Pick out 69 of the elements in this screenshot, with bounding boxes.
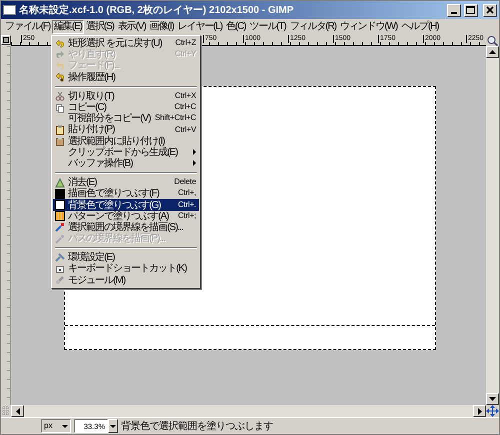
plug-icon (55, 275, 66, 286)
undo-icon (55, 38, 66, 49)
scroll-right-button[interactable] (473, 405, 486, 417)
menu-option[interactable]: パターンで塗りつぶす(A) Ctrl+; (53, 210, 200, 222)
scroll-down-button[interactable] (486, 393, 499, 405)
menu-item[interactable]: 画像(I) (148, 20, 176, 34)
menu-option[interactable]: 操作履歴(H) (53, 72, 200, 83)
preferences-icon (55, 252, 66, 263)
menu-item[interactable]: レイヤー(L) (176, 20, 224, 34)
caret-icon (110, 424, 116, 428)
fade-icon (55, 60, 66, 71)
history-icon (55, 72, 66, 82)
copy-icon (55, 102, 66, 113)
menu-option[interactable]: コピー(C) Ctrl+C (53, 102, 200, 114)
scroll-up-button[interactable] (486, 46, 499, 58)
up-arrow-icon (489, 50, 496, 54)
menu-option[interactable]: 描画色で塗りつぶす(F) Ctrl+, (53, 188, 200, 200)
menu-item[interactable]: ツール(T) (248, 20, 288, 34)
menu-option[interactable]: 選択範囲の境界線を描画(S)... (53, 222, 200, 233)
menu-item[interactable]: 選択(S) (84, 20, 116, 34)
close-button[interactable] (483, 4, 497, 16)
maximize-icon (466, 6, 475, 14)
foreground-swatch-icon (55, 188, 66, 199)
pattern-swatch-icon (55, 211, 66, 222)
down-arrow-icon (489, 397, 496, 401)
left-arrow-icon (16, 408, 20, 414)
stroke-path-icon (55, 234, 66, 244)
menu-option[interactable]: キーボードショートカット(K) (53, 263, 200, 275)
navigate-icon[interactable] (486, 405, 499, 417)
menu-item[interactable]: ヘルプ(H) (399, 20, 441, 34)
menu-item[interactable]: ウィンドウ(W) (338, 20, 400, 34)
menu-option[interactable]: 環境設定(E) (53, 252, 200, 264)
redo-icon (55, 50, 66, 60)
paste-into-icon (55, 136, 66, 146)
clipboard-icon (55, 124, 66, 135)
caret-icon (62, 424, 68, 428)
menu-option[interactable]: 背景色で塗りつぶす(G) Ctrl+. (53, 199, 200, 211)
minimize-button[interactable] (446, 4, 460, 16)
menu-item[interactable]: ファイル(F) (3, 20, 52, 34)
scroll-left-button[interactable] (11, 405, 24, 417)
keyboard-icon (55, 264, 66, 274)
vertical-scrollbar[interactable] (486, 46, 499, 405)
zoom-dropdown-button[interactable] (108, 419, 118, 433)
maximize-button[interactable] (464, 4, 478, 16)
horizontal-scrollbar[interactable] (11, 405, 486, 417)
scissors-icon (55, 91, 66, 102)
menu-item[interactable]: 編集(E) (52, 20, 84, 34)
menu-item[interactable]: 色(C) (224, 20, 248, 34)
menu-option[interactable]: 切り取り(T) Ctrl+X (53, 90, 200, 102)
status-message: 背景色で選択範囲を塗りつぶします (121, 420, 273, 432)
menu-option[interactable]: クリップボードから生成(E) (53, 146, 200, 158)
eraser-icon (55, 178, 66, 188)
menu-option[interactable]: 可視部分をコピー(V) Shift+Ctrl+C (53, 113, 200, 124)
menu-item[interactable]: 表示(V) (116, 20, 148, 34)
menu-item[interactable]: フィルタ(R) (288, 20, 338, 34)
window-title: 名称未設定.xcf-1.0 (RGB, 2枚のレイヤー) 2102x1500 - GIMP (19, 4, 295, 16)
right-arrow-icon (478, 408, 482, 414)
menu-option[interactable]: 消去(E) Delete (53, 177, 200, 188)
menu-option[interactable]: 貼り付け(P) Ctrl+V (53, 124, 200, 136)
stroke-icon (55, 222, 66, 232)
quick-mask-button[interactable] (1, 35, 11, 45)
menu-option[interactable]: 選択範囲内に貼り付け(I) (53, 136, 200, 147)
unit-dropdown[interactable]: px (41, 419, 71, 433)
menu-option[interactable]: 矩形選択 を元に戻す(U) Ctrl+Z (53, 38, 200, 50)
zoom-icon[interactable] (486, 35, 499, 46)
menu-option[interactable]: バッファ操作(B) (53, 158, 200, 170)
menu-option[interactable]: モジュール(M) (53, 274, 200, 286)
app-icon (3, 5, 16, 15)
close-icon (486, 6, 494, 14)
